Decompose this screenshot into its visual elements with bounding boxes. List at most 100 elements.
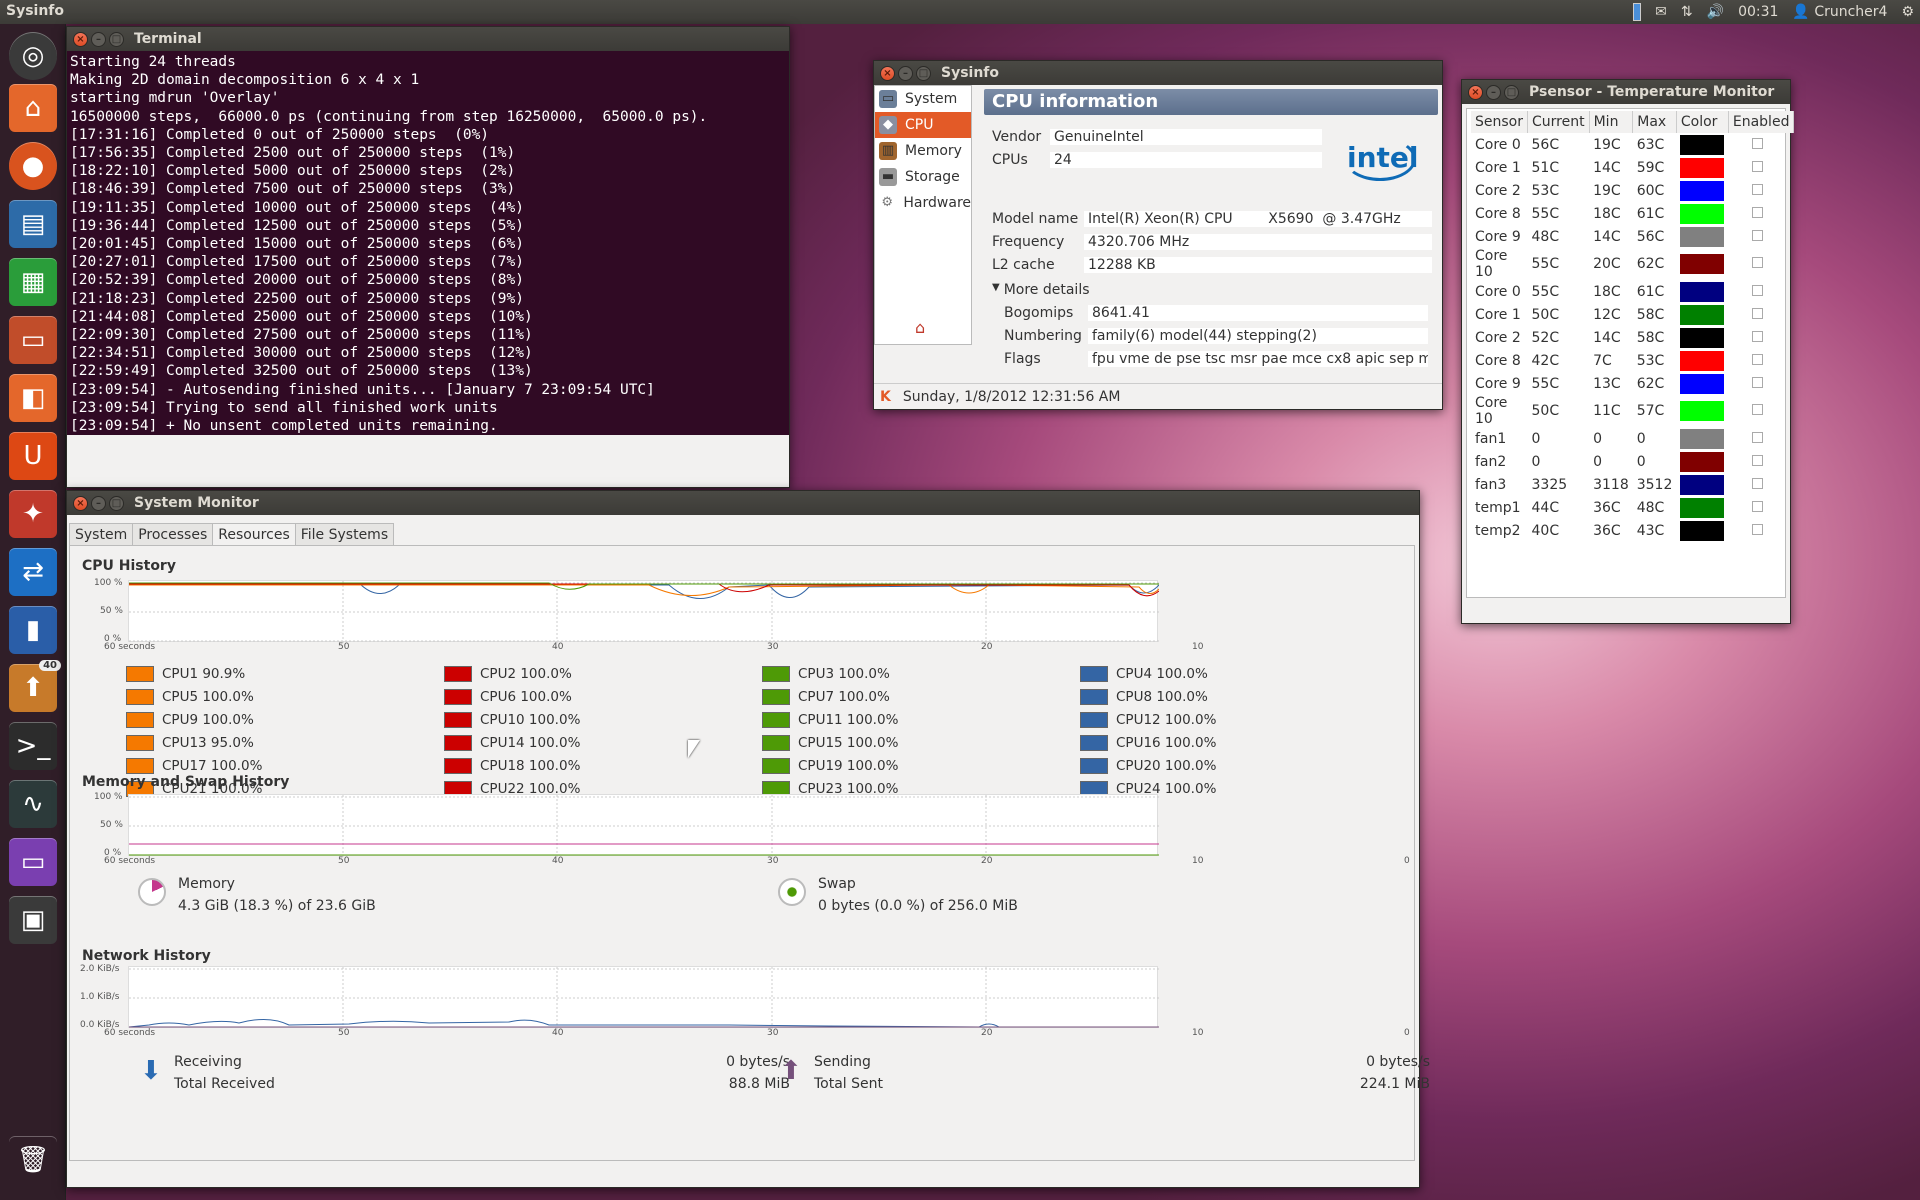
color-cell[interactable] bbox=[1676, 496, 1728, 519]
color-cell[interactable] bbox=[1676, 202, 1728, 225]
enabled-checkbox[interactable] bbox=[1752, 500, 1764, 512]
table-row[interactable]: Core 8 55C 18C 61C bbox=[1471, 202, 1794, 225]
color-swatch[interactable] bbox=[1680, 203, 1725, 224]
cpu-color-swatch[interactable] bbox=[1080, 666, 1108, 682]
clock[interactable]: 00:31 bbox=[1738, 4, 1778, 20]
close-icon[interactable]: × bbox=[880, 65, 895, 81]
enabled-checkbox[interactable] bbox=[1752, 330, 1764, 342]
cpu-legend-item[interactable]: CPU15 100.0% bbox=[762, 735, 898, 751]
cpu-legend-item[interactable]: CPU8 100.0% bbox=[1080, 689, 1208, 705]
column-header[interactable]: Color bbox=[1676, 111, 1729, 133]
enabled-checkbox[interactable] bbox=[1752, 353, 1764, 365]
enabled-checkbox[interactable] bbox=[1752, 376, 1764, 388]
cpu-color-swatch[interactable] bbox=[1080, 758, 1108, 774]
cpu-color-swatch[interactable] bbox=[126, 689, 154, 705]
table-row[interactable]: fan2 0 0 0 bbox=[1471, 450, 1794, 473]
terminal-titlebar[interactable]: × – □ Terminal bbox=[67, 27, 789, 51]
cpu-legend-item[interactable]: CPU14 100.0% bbox=[444, 735, 580, 751]
cpu-color-swatch[interactable] bbox=[762, 689, 790, 705]
terminal-icon[interactable]: >_ bbox=[9, 722, 57, 770]
sysinfo-titlebar[interactable]: × – □ Sysinfo bbox=[874, 61, 1442, 85]
home-folder-icon[interactable]: ⌂ bbox=[9, 84, 57, 132]
network-icon[interactable]: ⇅ bbox=[1681, 4, 1693, 20]
table-row[interactable]: Core 10 55C 20C 62C bbox=[1471, 248, 1794, 280]
swap-pie-icon[interactable] bbox=[778, 878, 806, 906]
maximize-icon[interactable]: □ bbox=[916, 65, 931, 81]
table-row[interactable]: Core 9 55C 13C 62C bbox=[1471, 372, 1794, 395]
enabled-checkbox[interactable] bbox=[1752, 229, 1764, 241]
cpu-color-swatch[interactable] bbox=[1080, 689, 1108, 705]
minimize-icon[interactable]: – bbox=[1486, 84, 1501, 100]
sidebar-item-hardware[interactable]: ⚙ Hardware bbox=[875, 190, 971, 216]
enabled-checkbox[interactable] bbox=[1752, 183, 1764, 195]
maximize-icon[interactable]: □ bbox=[1504, 84, 1519, 100]
update-manager-icon[interactable]: ⬆ 40 bbox=[9, 660, 61, 712]
minimize-icon[interactable]: – bbox=[91, 31, 106, 47]
color-swatch[interactable] bbox=[1680, 254, 1725, 274]
ubuntu-one-icon[interactable]: U bbox=[9, 432, 57, 480]
minimize-icon[interactable]: – bbox=[91, 495, 106, 511]
tab-processes[interactable]: Processes bbox=[132, 523, 214, 546]
table-row[interactable]: temp2 40C 36C 43C bbox=[1471, 519, 1794, 542]
teamviewer-icon[interactable]: ⇄ bbox=[9, 548, 57, 596]
cpu-color-swatch[interactable] bbox=[762, 735, 790, 751]
color-cell[interactable] bbox=[1676, 248, 1728, 280]
table-row[interactable]: Core 2 53C 19C 60C bbox=[1471, 179, 1794, 202]
cpu-legend-item[interactable]: CPU11 100.0% bbox=[762, 712, 898, 728]
system-settings-icon[interactable]: ✦ bbox=[9, 490, 57, 538]
color-swatch[interactable] bbox=[1680, 226, 1725, 247]
column-header[interactable]: Enabled bbox=[1728, 111, 1795, 133]
cpu-color-swatch[interactable] bbox=[444, 758, 472, 774]
cpu-color-swatch[interactable] bbox=[444, 735, 472, 751]
cpu-legend-item[interactable]: CPU17 100.0% bbox=[126, 758, 262, 774]
enabled-checkbox[interactable] bbox=[1752, 284, 1764, 296]
cpu-legend-item[interactable]: CPU6 100.0% bbox=[444, 689, 572, 705]
cpu-color-swatch[interactable] bbox=[126, 666, 154, 682]
table-row[interactable]: Core 8 42C 7C 53C bbox=[1471, 349, 1794, 372]
dash-home-icon[interactable]: ◎ bbox=[9, 32, 57, 80]
cpu-legend-item[interactable]: CPU20 100.0% bbox=[1080, 758, 1216, 774]
maximize-icon[interactable]: □ bbox=[109, 495, 124, 511]
battery-indicator-icon[interactable] bbox=[1633, 3, 1642, 21]
color-swatch[interactable] bbox=[1680, 401, 1725, 421]
table-row[interactable]: Core 10 50C 11C 57C bbox=[1471, 395, 1794, 427]
sidebar-item-system[interactable]: ▭ System bbox=[875, 86, 971, 112]
cpu-legend-item[interactable]: CPU13 95.0% bbox=[126, 735, 254, 751]
mail-icon[interactable]: ✉ bbox=[1655, 4, 1667, 20]
column-header[interactable]: Max bbox=[1632, 111, 1677, 133]
cpu-color-swatch[interactable] bbox=[762, 758, 790, 774]
color-swatch[interactable] bbox=[1680, 327, 1725, 348]
enabled-checkbox[interactable] bbox=[1752, 307, 1764, 319]
tab-system[interactable]: System bbox=[69, 523, 134, 546]
enabled-checkbox[interactable] bbox=[1752, 257, 1764, 268]
writer-icon[interactable]: ▤ bbox=[9, 200, 57, 248]
cpu-legend-item[interactable]: CPU2 100.0% bbox=[444, 666, 572, 682]
table-row[interactable]: Core 0 55C 18C 61C bbox=[1471, 280, 1794, 303]
enabled-checkbox[interactable] bbox=[1752, 160, 1764, 172]
trash-icon[interactable]: 🗑 bbox=[9, 1136, 57, 1184]
color-cell[interactable] bbox=[1676, 349, 1728, 372]
cpu-color-swatch[interactable] bbox=[444, 712, 472, 728]
color-swatch[interactable] bbox=[1680, 281, 1725, 302]
cpu-color-swatch[interactable] bbox=[1080, 735, 1108, 751]
close-icon[interactable]: × bbox=[1468, 84, 1483, 100]
gear-icon[interactable]: ⚙ bbox=[1901, 4, 1914, 20]
enabled-checkbox[interactable] bbox=[1752, 206, 1764, 218]
volume-icon[interactable]: 🔊 bbox=[1707, 4, 1724, 20]
table-row[interactable]: fan1 0 0 0 bbox=[1471, 427, 1794, 450]
table-row[interactable]: Core 1 50C 12C 58C bbox=[1471, 303, 1794, 326]
home-icon[interactable]: ⌂ bbox=[915, 318, 925, 337]
software-center-icon[interactable]: ◧ bbox=[9, 374, 57, 422]
color-cell[interactable] bbox=[1676, 133, 1728, 156]
table-row[interactable]: Core 1 51C 14C 59C bbox=[1471, 156, 1794, 179]
cpu-legend-item[interactable]: CPU1 90.9% bbox=[126, 666, 245, 682]
color-swatch[interactable] bbox=[1680, 497, 1725, 518]
color-cell[interactable] bbox=[1676, 450, 1728, 473]
thermometer-icon[interactable]: ▮ bbox=[9, 606, 57, 654]
cpu-legend-item[interactable]: CPU9 100.0% bbox=[126, 712, 254, 728]
impress-icon[interactable]: ▭ bbox=[9, 316, 57, 364]
color-cell[interactable] bbox=[1676, 225, 1728, 248]
color-swatch[interactable] bbox=[1680, 157, 1725, 178]
table-row[interactable]: fan3 3325 3118 3512 bbox=[1471, 473, 1794, 496]
cpu-legend-item[interactable]: CPU18 100.0% bbox=[444, 758, 580, 774]
